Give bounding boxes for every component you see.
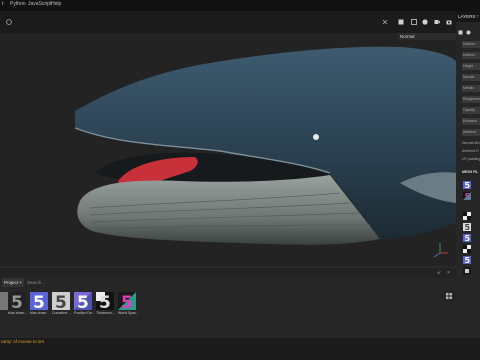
close-icon[interactable]: × (447, 270, 450, 276)
svg-text:5: 5 (33, 293, 45, 310)
symmetry-icon[interactable] (382, 19, 388, 25)
tab-t[interactable]: T (476, 14, 479, 19)
svg-text:5: 5 (99, 293, 111, 310)
svg-text:5: 5 (121, 293, 133, 310)
channel-field-opacity[interactable]: Opacity (462, 107, 480, 114)
channel-field-ambient[interactable]: Ambient (462, 129, 480, 136)
history-icon[interactable] (6, 19, 12, 25)
normal-mix-label: Normal Mix (462, 141, 480, 145)
right-panel-tabs: LAYERS T (456, 11, 480, 22)
mesh-map-thumb-1[interactable]: 5 (463, 181, 471, 189)
frame-icon[interactable] (411, 19, 417, 25)
status-bar: ranty' of mouse to set (0, 338, 480, 360)
asset-label: Thickness... (96, 311, 115, 315)
material-icon[interactable] (422, 19, 428, 25)
asset-label: blue-cham... (8, 311, 28, 315)
menu-item-javascript[interactable]: JavaScript (28, 1, 51, 7)
tab-layers[interactable]: LAYERS (458, 14, 475, 19)
ambient-label: Ambient O (462, 149, 479, 153)
channel-field-2[interactable]: Uniform (462, 52, 480, 59)
svg-text:5: 5 (465, 181, 471, 189)
asset-item[interactable]: 5 blue-cham... (8, 292, 28, 315)
layer-settings-icon[interactable] (466, 30, 471, 35)
asset-label: Curvature... (52, 311, 71, 315)
channel-field-height[interactable]: Height (462, 63, 480, 70)
asset-item[interactable]: 5 Curvature... (52, 292, 72, 315)
svg-text:5: 5 (55, 293, 67, 310)
mesh-maps-header: MESH FIL (462, 170, 479, 174)
right-panel: LAYERS T Uniform Uniform Height Normal M… (456, 11, 480, 338)
whale-model (74, 46, 456, 258)
svg-text:5: 5 (465, 223, 471, 231)
channel-field-normal[interactable]: Normal (462, 74, 480, 81)
asset-item[interactable]: 5 Position De... (74, 292, 94, 315)
menu-item-python[interactable]: Python (10, 1, 26, 7)
grid-view-icon[interactable] (446, 293, 452, 299)
shelf-panel: Project × Search... 5 blue-cham... 5 blu… (0, 278, 456, 338)
status-message: ranty' of mouse to set (1, 339, 44, 344)
menu-item-help[interactable]: Help (51, 1, 61, 7)
svg-text:5: 5 (465, 256, 471, 264)
channel-field-1[interactable]: Uniform (462, 41, 480, 48)
mesh-map-thumb-8[interactable] (463, 267, 471, 275)
shading-mode-select[interactable]: Normal (398, 33, 456, 40)
3d-viewport[interactable]: Normal (0, 33, 456, 266)
svg-text:5: 5 (465, 234, 471, 242)
camera-icon[interactable] (446, 19, 452, 25)
channel-field-emissive[interactable]: Emissive (462, 118, 480, 125)
asset-item[interactable]: 5 Thickness... (96, 292, 116, 315)
channel-field-roughness[interactable]: Roughness (462, 96, 480, 103)
svg-text:5: 5 (11, 293, 23, 310)
mesh-map-thumb-6[interactable] (463, 245, 471, 253)
toolbar (0, 11, 456, 33)
layer-add-icon[interactable] (458, 30, 463, 35)
shelf-header-strip: ↙ × (0, 268, 456, 278)
mesh-map-thumb-4[interactable]: 5 (463, 223, 471, 231)
menu-item-t[interactable]: t (2, 1, 3, 7)
shelf-tab-label: Project (4, 280, 19, 285)
whale-eye (313, 134, 319, 140)
shelf-expand-icon[interactable]: ↙ (437, 270, 441, 276)
shelf-tab-project[interactable]: Project × (2, 278, 24, 287)
uv-padding-label: UV padding (462, 157, 480, 161)
render-icon[interactable] (434, 19, 440, 25)
asset-label: World Spac... (118, 311, 138, 315)
asset-item[interactable]: 5 blue-cham... (30, 292, 50, 315)
mesh-map-thumb-3[interactable] (463, 212, 471, 220)
mesh-map-thumb-7[interactable]: 5 (463, 256, 471, 264)
shelf-search-input[interactable]: Search... (27, 278, 87, 287)
asset-item[interactable]: 5 World Spac... (118, 292, 138, 315)
asset-label: blue-cham... (30, 311, 50, 315)
channel-field-metallic[interactable]: Metalic (462, 85, 480, 92)
tab-close-icon[interactable]: × (19, 280, 22, 285)
menu-bar: t Python JavaScript Help (0, 0, 480, 11)
svg-text:5: 5 (77, 293, 89, 310)
axis-gizmo-icon (433, 243, 448, 258)
svg-text:5: 5 (465, 192, 471, 200)
grid-icon[interactable] (398, 19, 404, 25)
mesh-map-thumb-5[interactable]: 5 (463, 234, 471, 242)
mesh-map-thumb-2[interactable]: 5 (463, 192, 471, 200)
asset-label: Position De... (74, 311, 94, 315)
